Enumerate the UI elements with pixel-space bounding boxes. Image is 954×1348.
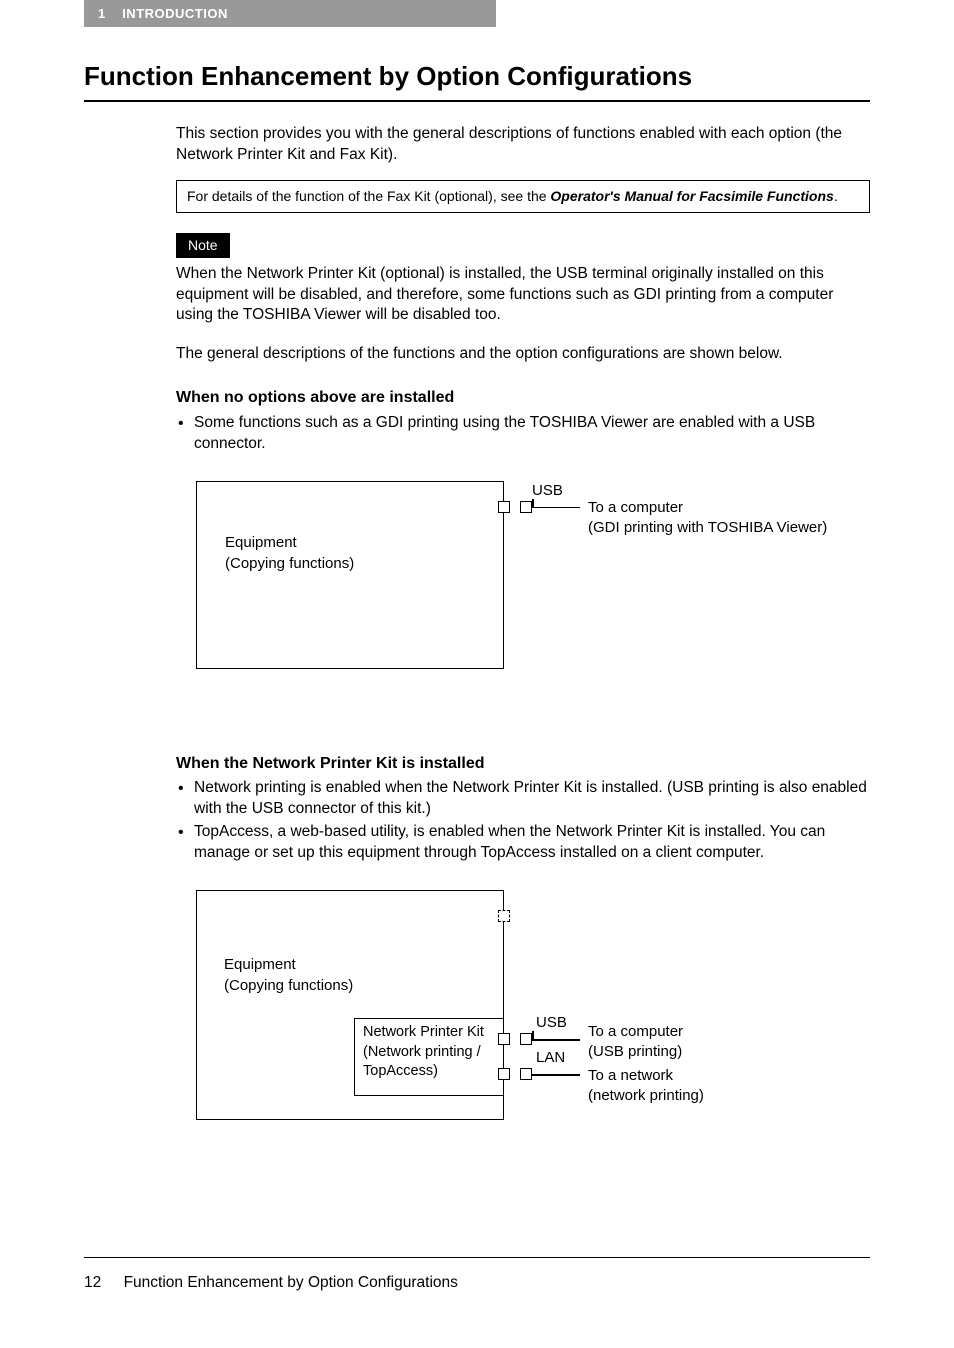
lan-label: LAN <box>536 1048 565 1068</box>
network-printer-kit-box: Network Printer Kit (Network printing / … <box>354 1018 504 1096</box>
to-computer: To a computer <box>588 498 827 518</box>
connector-line-v <box>532 1031 534 1039</box>
page-content: Function Enhancement by Option Configura… <box>0 61 954 1140</box>
kit-usb-port-icon <box>498 1033 510 1045</box>
equipment-box: Equipment (Copying functions) <box>196 481 504 669</box>
page-title: Function Enhancement by Option Configura… <box>84 61 870 102</box>
list-item: Some functions such as a GDI printing us… <box>176 413 870 455</box>
disabled-usb-port-icon <box>498 910 510 922</box>
gdi-printing: (GDI printing with TOSHIBA Viewer) <box>588 518 827 538</box>
note-text: When the Network Printer Kit (optional) … <box>176 264 870 327</box>
diagram-1: Equipment (Copying functions) USB To a c… <box>176 481 870 691</box>
to-computer-2: To a computer <box>588 1022 683 1042</box>
info-box: For details of the function of the Fax K… <box>176 180 870 213</box>
diagram-right-text: To a computer (GDI printing with TOSHIBA… <box>588 498 827 539</box>
equipment-label: Equipment <box>225 532 485 553</box>
page-number: 12 <box>84 1274 101 1292</box>
npk-line3: TopAccess) <box>363 1062 495 1082</box>
connector-line <box>532 1039 580 1041</box>
usb-printing: (USB printing) <box>588 1042 683 1062</box>
lan-right-text: To a network (network printing) <box>588 1066 704 1107</box>
body-section: This section provides you with the gener… <box>176 124 870 1140</box>
footer-rule <box>84 1257 870 1258</box>
to-network: To a network <box>588 1066 704 1086</box>
section1-heading: When no options above are installed <box>176 387 870 409</box>
list-item: TopAccess, a web-based utility, is enabl… <box>176 822 870 864</box>
section1-bullets: Some functions such as a GDI printing us… <box>176 413 870 455</box>
equipment-label: Equipment <box>224 954 353 975</box>
info-prefix: For details of the function of the Fax K… <box>187 188 550 204</box>
usb-label-2: USB <box>536 1013 567 1033</box>
usb-connector-icon <box>520 501 532 513</box>
info-manual-ref: Operator's Manual for Facsimile Function… <box>550 188 833 204</box>
page-footer: 12 Function Enhancement by Option Config… <box>84 1274 458 1292</box>
network-printing: (network printing) <box>588 1086 704 1106</box>
list-item: Network printing is enabled when the Net… <box>176 778 870 820</box>
kit-lan-connector-icon <box>520 1068 532 1080</box>
usb-right-text: To a computer (USB printing) <box>588 1022 683 1063</box>
npk-line2: (Network printing / <box>363 1043 495 1063</box>
kit-usb-connector-icon <box>520 1033 532 1045</box>
chapter-number: 1 <box>98 6 106 21</box>
chapter-header: 1 INTRODUCTION <box>84 0 496 27</box>
usb-label: USB <box>532 481 563 501</box>
kit-lan-port-icon <box>498 1068 510 1080</box>
section2-bullets: Network printing is enabled when the Net… <box>176 778 870 864</box>
equipment-text-2: Equipment (Copying functions) <box>224 954 353 996</box>
section2-heading: When the Network Printer Kit is installe… <box>176 753 870 775</box>
equipment-sublabel: (Copying functions) <box>224 975 353 996</box>
general-description: The general descriptions of the function… <box>176 344 870 365</box>
connector-line <box>532 1074 580 1076</box>
note-badge: Note <box>176 233 230 258</box>
footer-title: Function Enhancement by Option Configura… <box>124 1274 458 1291</box>
diagram-2: Equipment (Copying functions) Network Pr… <box>176 890 870 1140</box>
info-suffix: . <box>834 188 838 204</box>
chapter-title: INTRODUCTION <box>122 6 228 21</box>
intro-paragraph: This section provides you with the gener… <box>176 124 870 166</box>
connector-line <box>532 507 580 509</box>
npk-line1: Network Printer Kit <box>363 1023 495 1043</box>
usb-port-icon <box>498 501 510 513</box>
equipment-sublabel: (Copying functions) <box>225 553 485 574</box>
